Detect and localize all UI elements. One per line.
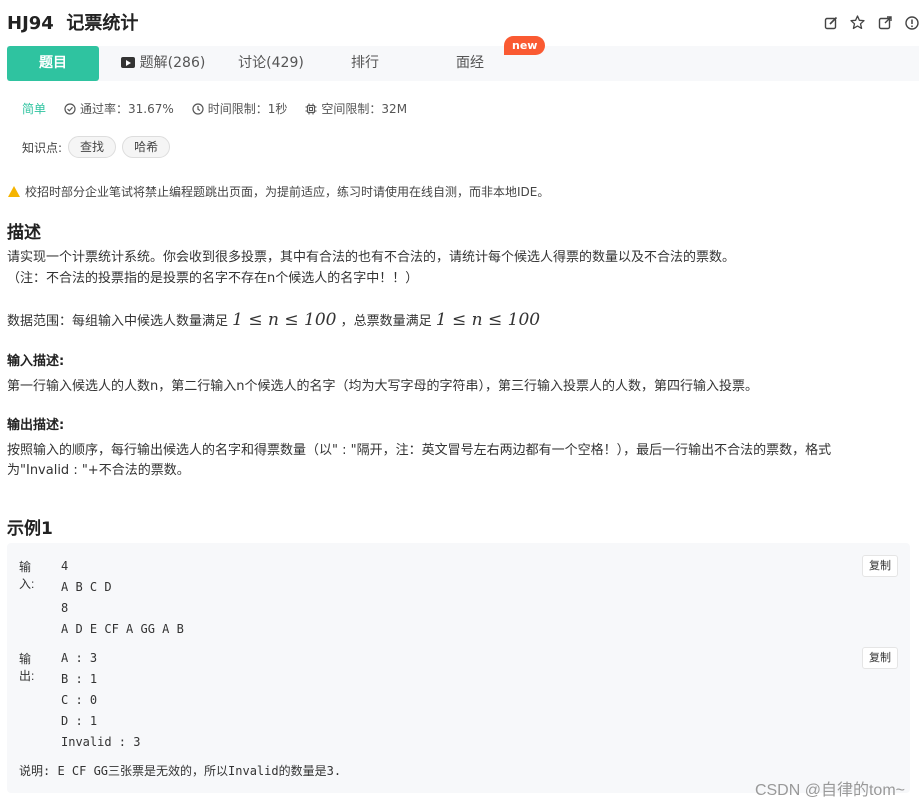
example-note: 说明: E CF GG三张票是无效的，所以Invalid的数量是3. [19, 764, 342, 778]
problem-meta: 简单 通过率：31.67% 时间限制：1秒 空间限制：32M [22, 100, 425, 117]
description-heading: 描述 [7, 223, 41, 243]
description-line-1: 请实现一个计票统计系统。你会收到很多投票，其中有合法的也有不合法的，请统计每个候… [7, 250, 736, 265]
page-title: HJ94 记票统计 [7, 10, 919, 38]
video-icon [120, 57, 135, 68]
difficulty-label: 简单 [22, 102, 47, 116]
new-badge: new [504, 36, 546, 55]
input-line: A D E CF A GG A B [61, 622, 184, 636]
output-line: D : 1 [61, 714, 98, 728]
time-limit: 时间限制：1秒 [192, 100, 288, 117]
share-icon[interactable] [877, 15, 892, 30]
problem-tabs: 题目 题解(286) 讨论(429) 排行 面经 [7, 46, 919, 81]
input-line: A B C D [61, 580, 112, 594]
star-icon[interactable] [850, 15, 865, 30]
input-lines[interactable]: 4 A B C D 8 A D E CF A GG A B [61, 558, 184, 642]
knowledge-label: 知识点: [22, 140, 63, 155]
copy-output-button[interactable]: 复制 [862, 647, 898, 669]
output-line: C : 0 [61, 693, 98, 707]
exam-warning: 校招时部分企业笔试将禁止编程题跳出页面，为提前适应，练习时请使用在线自测，而非本… [8, 183, 549, 200]
range-mid: ，总票数量满足 [340, 314, 432, 329]
warning-text: 校招时部分企业笔试将禁止编程题跳出页面，为提前适应，练习时请使用在线自测，而非本… [25, 185, 550, 199]
warning-icon [8, 186, 20, 197]
input-line: 4 [61, 559, 69, 573]
clock-icon [192, 102, 204, 115]
output-desc-heading: 输出描述: [7, 418, 65, 433]
watermark: CSDN @自律的tom~ [754, 782, 905, 799]
tab-label: 排行 [351, 55, 379, 71]
tab-solutions[interactable]: 题解(286) [117, 46, 209, 81]
space-limit-text: 空间限制：32M [321, 102, 408, 116]
example-heading: 示例1 [7, 519, 53, 539]
tab-label: 讨论(429) [238, 55, 304, 71]
edit-icon[interactable] [823, 15, 838, 30]
check-circle-icon [64, 102, 76, 115]
space-limit: 空间限制：32M [305, 100, 407, 117]
range-math-candidates: 1 ≤ n ≤ 100 [232, 310, 337, 330]
title-actions [823, 15, 919, 30]
title-bar: HJ94 记票统计 [7, 10, 919, 40]
tab-problem[interactable]: 题目 [7, 46, 99, 81]
knowledge-tags: 知识点: 查找 哈希 [22, 136, 171, 158]
example-box: 输入: 4 A B C D 8 A D E CF A GG A B 复制 输出:… [7, 543, 910, 793]
problem-id: HJ94 [7, 13, 54, 34]
tab-interview[interactable]: 面经 [430, 46, 510, 81]
range-math-votes: 1 ≤ n ≤ 100 [435, 310, 541, 330]
input-line: 8 [61, 601, 69, 615]
output-label: 输出: [19, 652, 35, 683]
output-desc-line-2: 为"Invalid : "+不合法的票数。 [7, 463, 190, 478]
output-line: B : 1 [61, 672, 98, 686]
output-desc-line-1: 按照输入的顺序，每行输出候选人的名字和得票数量（以" : "隔开，注：英文冒号左… [7, 443, 832, 458]
tab-label: 题目 [39, 55, 67, 71]
range-prefix: 数据范围：每组输入中候选人数量满足 [7, 314, 229, 329]
output-line: Invalid : 3 [61, 735, 141, 749]
tab-label: 题解(286) [139, 55, 206, 71]
pass-rate-text: 通过率：31.67% [80, 102, 174, 116]
output-lines[interactable]: A : 3 B : 1 C : 0 D : 1 Invalid : 3 [61, 650, 140, 755]
problem-title: 记票统计 [66, 13, 139, 34]
tag-search[interactable]: 查找 [68, 136, 117, 158]
info-icon[interactable] [904, 15, 919, 30]
copy-input-button[interactable]: 复制 [862, 555, 898, 577]
time-limit-text: 时间限制：1秒 [207, 102, 288, 116]
tab-ranking[interactable]: 排行 [325, 46, 405, 81]
data-range: 数据范围：每组输入中候选人数量满足 1 ≤ n ≤ 100 ，总票数量满足 1 … [7, 310, 540, 332]
pass-rate: 通过率：31.67% [64, 100, 174, 117]
input-desc-text: 第一行输入候选人的人数n，第二行输入n个候选人的名字（均为大写字母的字符串），第… [7, 379, 758, 394]
input-label: 输入: [19, 560, 35, 591]
chip-icon [305, 103, 317, 115]
tab-label: 面经 [456, 55, 484, 71]
tag-hash[interactable]: 哈希 [122, 136, 171, 158]
input-desc-heading: 输入描述: [7, 354, 65, 369]
tab-discussion[interactable]: 讨论(429) [225, 46, 317, 81]
description-line-2: （注：不合法的投票指的是投票的名字不存在n个候选人的名字中！！） [7, 271, 419, 286]
output-line: A : 3 [61, 651, 98, 665]
